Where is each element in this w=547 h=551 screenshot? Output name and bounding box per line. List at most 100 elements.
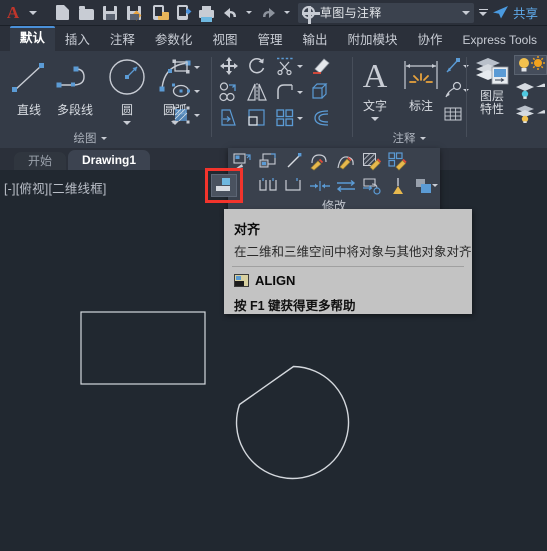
- center-mark-icon: [445, 81, 462, 98]
- copy-icon: [219, 82, 236, 102]
- circle-button[interactable]: 圆: [104, 55, 150, 125]
- join-button[interactable]: [308, 174, 332, 198]
- edit-spline-button[interactable]: [334, 149, 358, 173]
- line-button[interactable]: 直线: [6, 57, 52, 118]
- chevron-down-icon[interactable]: [462, 10, 470, 15]
- tab-annotate[interactable]: 注释: [100, 29, 145, 51]
- save-to-web-button[interactable]: [146, 0, 170, 26]
- copy-nested-button[interactable]: [360, 174, 384, 198]
- ellipse-button[interactable]: [170, 80, 192, 102]
- rectangle-flyout-caret[interactable]: [193, 56, 201, 78]
- text-a-icon: A: [363, 58, 388, 95]
- redo-history-caret[interactable]: [280, 0, 294, 26]
- tab-output[interactable]: 输出: [292, 29, 337, 51]
- tooltip-help: 按 F1 键获得更多帮助: [234, 299, 356, 313]
- align-tooltip: 对齐 在二维和三维空间中将对象与其他对象对齐 ALIGN 按 F1 键获得更多帮…: [224, 209, 472, 314]
- tab-default[interactable]: 默认: [9, 26, 55, 51]
- dimension-label: 标注: [408, 99, 433, 113]
- delete-duplicate-button[interactable]: [386, 174, 410, 198]
- file-tab-start[interactable]: 开始: [14, 152, 67, 170]
- chevron-down-icon[interactable]: [419, 136, 426, 140]
- rotate-button[interactable]: [246, 55, 268, 77]
- ellipse-flyout-caret[interactable]: [193, 80, 201, 102]
- edit-polyline-button[interactable]: [308, 149, 332, 173]
- fillet-button[interactable]: [274, 81, 296, 103]
- panel-divider: [211, 57, 212, 137]
- text-flyout-caret[interactable]: [371, 117, 379, 121]
- text-button[interactable]: A 文字: [354, 55, 396, 121]
- redo-button[interactable]: [256, 0, 280, 26]
- draw-order-flyout-caret[interactable]: [431, 174, 439, 196]
- workspace-selector[interactable]: 草图与注释: [298, 2, 474, 24]
- trim-button[interactable]: [274, 55, 296, 77]
- panel-divider: [466, 57, 467, 137]
- new-file-button[interactable]: [50, 0, 74, 26]
- hatch-flyout-caret[interactable]: [193, 104, 201, 126]
- change-space-button[interactable]: [282, 149, 306, 173]
- autocad-a-logo[interactable]: A: [0, 0, 26, 26]
- panel-title-annotation-label: 注释: [392, 133, 416, 145]
- trim-flyout-caret[interactable]: [296, 55, 304, 77]
- fillet-flyout-caret[interactable]: [296, 81, 304, 103]
- layer-lock-button[interactable]: [515, 103, 545, 125]
- open-file-button[interactable]: [74, 0, 98, 26]
- dimension-button[interactable]: 标注: [398, 55, 444, 114]
- customize-qat-caret[interactable]: [474, 0, 492, 26]
- erase-button[interactable]: [310, 55, 332, 77]
- plot-button[interactable]: [194, 0, 218, 26]
- ribbon-tab-bar: 默认 插入 注释 参数化 视图 管理 输出 附加模块 协作 Express To…: [0, 26, 547, 51]
- polyline-button[interactable]: 多段线: [52, 57, 98, 118]
- tab-express-tools[interactable]: Express Tools: [453, 29, 547, 51]
- tab-parametric[interactable]: 参数化: [145, 29, 203, 51]
- autocad-window: A 草图与注释 共享 默认 插入 注释 参数化 视图 管理 输出 附加模块 协作…: [0, 0, 547, 551]
- layer-on-button[interactable]: [514, 55, 547, 75]
- leader-button[interactable]: [442, 55, 464, 77]
- polyline-label: 多段线: [56, 103, 93, 117]
- tab-insert[interactable]: 插入: [55, 29, 100, 51]
- tab-addins[interactable]: 附加模块: [337, 29, 407, 51]
- tab-manage[interactable]: 管理: [247, 29, 292, 51]
- table-button[interactable]: [442, 103, 464, 125]
- undo-history-caret[interactable]: [242, 0, 256, 26]
- folder-open-icon: [78, 5, 94, 20]
- array-button[interactable]: [274, 107, 296, 129]
- save-button[interactable]: [98, 0, 122, 26]
- circle-notch-object: [235, 365, 350, 480]
- offset-button[interactable]: [310, 107, 332, 129]
- set-to-bylayer-button[interactable]: [256, 149, 280, 173]
- tooltip-description: 在二维和三维空间中将对象与其他对象对齐: [234, 245, 472, 259]
- layer-freeze-button[interactable]: [515, 79, 545, 101]
- panel-title-annotation[interactable]: 注释: [354, 130, 464, 146]
- break-at-point-button[interactable]: [282, 174, 306, 198]
- gear-icon: [301, 5, 320, 24]
- circle-flyout-caret[interactable]: [123, 121, 131, 125]
- bylayer-icon: [259, 153, 276, 168]
- reverse-button[interactable]: [334, 174, 358, 198]
- stretch-button[interactable]: [218, 107, 240, 129]
- chevron-down-icon[interactable]: [100, 136, 107, 140]
- undo-button[interactable]: [218, 0, 242, 26]
- layer-properties-button[interactable]: 图层 特性: [470, 55, 514, 116]
- tab-collaborate[interactable]: 协作: [408, 29, 453, 51]
- open-from-web-button[interactable]: [170, 0, 194, 26]
- hatch-button[interactable]: [170, 104, 192, 126]
- save-as-button[interactable]: [122, 0, 146, 26]
- scale-button[interactable]: [246, 107, 268, 129]
- share-button[interactable]: 共享: [492, 3, 538, 22]
- undo-arrow-icon: [223, 7, 236, 18]
- file-tab-drawing1[interactable]: Drawing1: [68, 150, 151, 170]
- break-button[interactable]: [256, 174, 280, 198]
- center-mark-button[interactable]: [442, 79, 464, 101]
- hatch-icon: [172, 106, 190, 124]
- copy-button[interactable]: [218, 81, 240, 103]
- explode-button[interactable]: [310, 81, 332, 103]
- app-menu-caret[interactable]: [26, 0, 40, 26]
- mirror-button[interactable]: [246, 81, 268, 103]
- edit-hatch-button[interactable]: [360, 149, 384, 173]
- move-button[interactable]: [218, 55, 240, 77]
- tab-view[interactable]: 视图: [202, 29, 247, 51]
- array-flyout-caret[interactable]: [296, 107, 304, 129]
- panel-title-draw[interactable]: 绘图: [0, 130, 180, 146]
- rectangle-button[interactable]: [170, 56, 192, 78]
- edit-array-button[interactable]: [386, 149, 410, 173]
